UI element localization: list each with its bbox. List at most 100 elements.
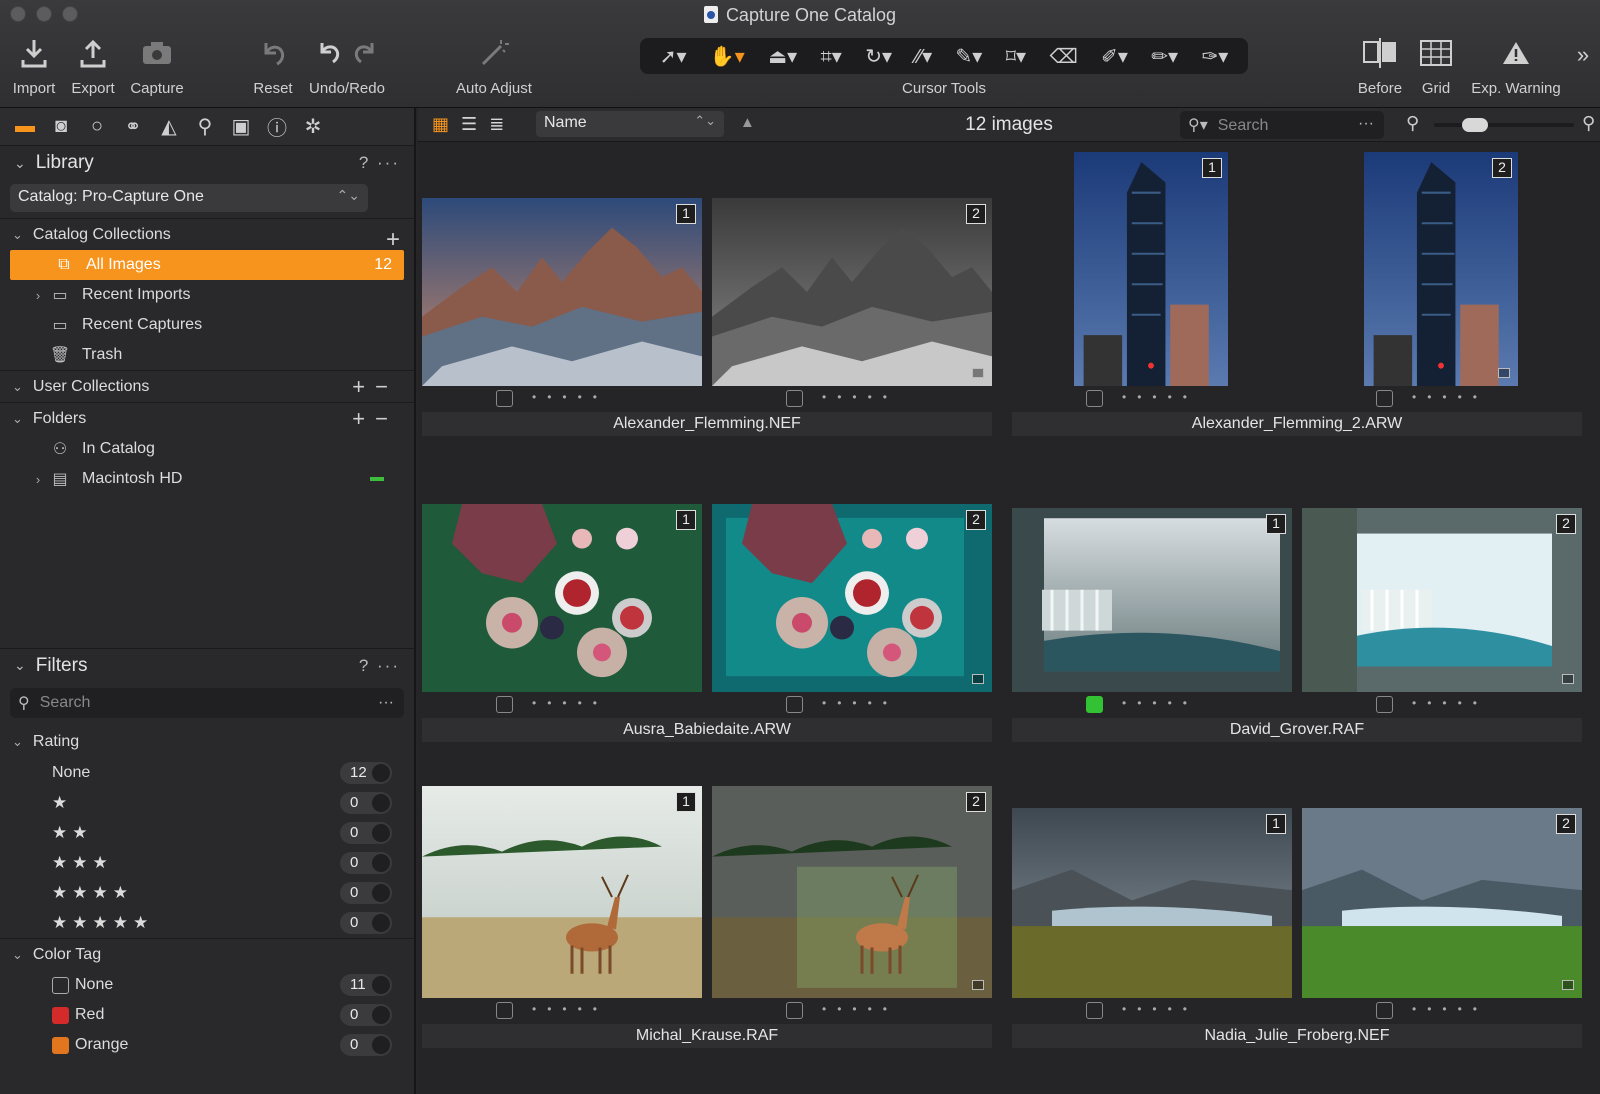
filters-search-input[interactable]: ⚲ Search ··· <box>10 688 404 718</box>
color-tag-header[interactable]: ⌄ Color Tag <box>0 938 414 970</box>
star-rating[interactable]: ••••• <box>822 1002 898 1016</box>
color-tag-filter-row[interactable]: Red 0 <box>0 1000 414 1030</box>
help-icon[interactable]: ? <box>359 656 370 675</box>
warning-icon <box>1466 36 1566 70</box>
gradient-icon[interactable]: ✑▾ <box>1201 44 1228 69</box>
rotate-icon[interactable]: ↻▾ <box>865 44 892 69</box>
zoom-out-icon[interactable]: ⚲ <box>1406 113 1419 134</box>
before-button[interactable]: Before <box>1354 36 1406 97</box>
settings-tab-icon[interactable]: ✲ <box>302 114 324 139</box>
folders-header[interactable]: ⌄ Folders +− <box>0 402 414 434</box>
folder-icon: ▭ <box>52 317 68 334</box>
reset-button[interactable]: Reset <box>250 36 296 97</box>
undo-icon <box>320 43 340 64</box>
export-button[interactable]: Export <box>68 36 118 97</box>
capture-button[interactable]: Capture <box>126 36 188 97</box>
collection-all-images[interactable]: ⧉ All Images 12 <box>10 250 404 280</box>
add-remove-icons[interactable]: +− <box>352 374 398 400</box>
chevron-down-icon: ⌄ <box>12 734 23 749</box>
collection-trash[interactable]: 🗑 Trash <box>0 340 414 370</box>
variant-number-badge: 2 <box>1556 814 1576 834</box>
more-icon[interactable]: ··· <box>1358 115 1374 133</box>
library-tab-icon[interactable]: ▬ <box>14 115 36 138</box>
eraser-icon[interactable]: ⌫ <box>1049 44 1077 69</box>
capture-tab-icon[interactable]: ◙ <box>50 115 72 138</box>
rating-filter-row[interactable]: ★★★★★ 0 <box>0 908 414 938</box>
import-button[interactable]: Import <box>10 36 58 97</box>
metadata-tab-icon[interactable]: ⓘ <box>266 112 288 141</box>
adjustment-badge-icon <box>972 980 984 990</box>
user-collections-header[interactable]: ⌄ User Collections +− <box>0 370 414 402</box>
catalog-collections-header[interactable]: ⌄ Catalog Collections <box>0 218 414 250</box>
color-tag-filter-row[interactable]: None 11 <box>0 970 414 1000</box>
more-icon[interactable]: ··· <box>377 153 400 172</box>
keystone-icon[interactable]: ⁄⁄▾ <box>915 44 932 69</box>
more-icon[interactable]: ··· <box>378 694 394 712</box>
more-icon[interactable]: ··· <box>377 656 400 675</box>
folder-macintosh-hd[interactable]: › ▤ Macintosh HD <box>0 464 414 494</box>
thumbnail-image[interactable] <box>422 786 702 998</box>
filters-header[interactable]: ⌄ Filters ? ··· <box>0 648 414 682</box>
count-badge: 12 <box>340 762 392 784</box>
help-icon[interactable]: ? <box>359 153 370 172</box>
color-tag-filter-row[interactable]: Orange 0 <box>0 1030 414 1060</box>
collection-recent-captures[interactable]: ▭ Recent Captures <box>0 310 414 340</box>
auto-adjust-button[interactable]: Auto Adjust <box>452 36 536 97</box>
folder-in-catalog[interactable]: ⚇ In Catalog <box>0 434 414 464</box>
select-checkbox[interactable] <box>1376 1002 1393 1019</box>
color-picker-icon[interactable]: ✎▾ <box>956 44 983 69</box>
zoom-in-icon[interactable]: ⚲ <box>1582 113 1595 134</box>
collection-recent-imports[interactable]: › ▭ Recent Imports <box>0 280 414 310</box>
catalog-select[interactable]: Catalog: Pro-Capture One ⌃⌄ <box>10 184 368 212</box>
select-checkbox[interactable] <box>1086 1002 1103 1019</box>
select-cursor-icon[interactable]: ➚▾ <box>660 44 687 69</box>
rating-filter-row[interactable]: ★★★★ 0 <box>0 878 414 908</box>
color-tab-icon[interactable]: ⚭ <box>122 114 144 139</box>
undo-redo-button[interactable]: Undo/Redo <box>306 36 388 97</box>
thumbnail-image[interactable] <box>1012 808 1292 998</box>
select-checkbox[interactable] <box>786 1002 803 1019</box>
details-tab-icon[interactable]: ⚲ <box>194 114 216 139</box>
eyedropper-icon[interactable]: ✐▾ <box>1101 44 1128 69</box>
thumbnail-image[interactable] <box>1302 808 1582 998</box>
hard-drive-icon: ▤ <box>52 471 68 488</box>
rating-filter-row[interactable]: ★★★ 0 <box>0 848 414 878</box>
lens-tab-icon[interactable]: ○ <box>86 115 108 138</box>
count-badge: 0 <box>340 792 392 814</box>
chevron-right-icon[interactable]: › <box>28 288 48 303</box>
search-icon: ⚲▾ <box>1188 117 1208 134</box>
heal-icon[interactable]: ⌑▾ <box>1006 44 1026 69</box>
exposure-tab-icon[interactable]: ◭ <box>158 114 180 139</box>
adjustment-badge-icon <box>1562 980 1574 990</box>
variant-group-name: Michal_Krause.RAF <box>422 1024 992 1048</box>
more-tools-icon[interactable]: » <box>1570 42 1596 68</box>
slider-handle[interactable] <box>1462 118 1488 132</box>
library-header[interactable]: ⌄ Library ? ··· <box>0 146 414 180</box>
crop-icon[interactable]: ⌗▾ <box>821 44 842 69</box>
chevron-right-icon[interactable]: › <box>28 472 48 487</box>
rating-header[interactable]: ⌄ Rating <box>0 726 414 758</box>
grid-button[interactable]: Grid <box>1416 36 1456 97</box>
thumbnail-image[interactable] <box>712 786 992 998</box>
rating-filter-row[interactable]: ★ 0 <box>0 788 414 818</box>
add-remove-icons[interactable]: +− <box>352 406 398 432</box>
select-checkbox[interactable] <box>496 1002 513 1019</box>
brush-icon[interactable]: ✏▾ <box>1151 44 1178 69</box>
before-after-icon <box>1354 36 1406 70</box>
count-badge: 0 <box>340 1034 392 1056</box>
reset-icon <box>250 36 296 70</box>
count-badge: 11 <box>340 974 392 996</box>
filters-section: ⌄ Filters ? ··· ⚲ Search ··· ⌄ Rating Non… <box>0 648 414 1060</box>
adjustments-tab-icon[interactable]: ▣ <box>230 114 252 139</box>
star-rating[interactable]: ••••• <box>1122 1002 1198 1016</box>
rating-filter-row[interactable]: ★★ 0 <box>0 818 414 848</box>
exposure-warning-button[interactable]: Exp. Warning <box>1466 36 1566 97</box>
select-arrows-icon: ⌃⌄ <box>336 187 360 203</box>
thumbnail-size-slider[interactable] <box>1434 123 1574 127</box>
pan-hand-icon[interactable]: ✋▾ <box>710 44 745 69</box>
camera-focus-icon[interactable]: ⏏▾ <box>768 44 797 69</box>
star-rating[interactable]: ••••• <box>532 1002 608 1016</box>
star-rating[interactable]: ••••• <box>1412 1002 1488 1016</box>
browser-search-input[interactable]: ⚲▾ Search ··· <box>1180 111 1384 139</box>
rating-filter-row[interactable]: None 12 <box>0 758 414 788</box>
